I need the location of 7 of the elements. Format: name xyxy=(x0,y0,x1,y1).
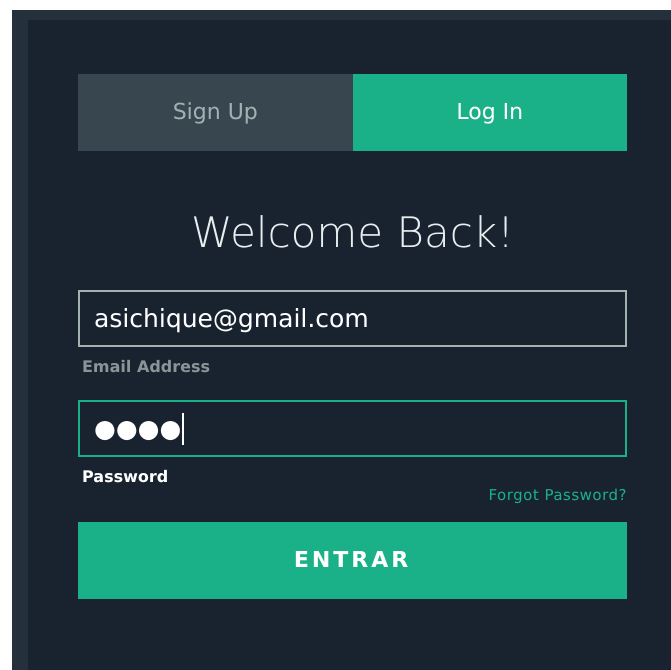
tab[interactable]: Sign Up xyxy=(78,74,352,151)
input-field[interactable]: asichique@gmail.com xyxy=(78,290,627,347)
field-label: Password xyxy=(81,467,170,486)
input-field[interactable]: ●●●● xyxy=(78,400,627,457)
field-label: Email Address xyxy=(81,357,212,376)
forgot-password-link[interactable]: Forgot Password? xyxy=(488,486,627,504)
heading: Welcome Back! xyxy=(190,209,515,257)
